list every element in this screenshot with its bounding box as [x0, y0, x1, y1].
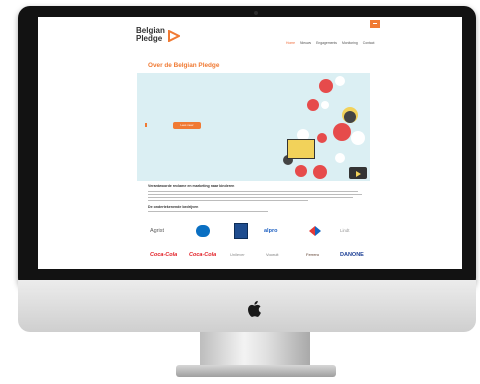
brand-logo[interactable]: Lindt [340, 228, 350, 233]
site-header: Belgian Pledge Home Nieuws Engagements M… [38, 17, 462, 57]
brand-logo[interactable] [196, 225, 210, 237]
hero-video-illustration [349, 167, 367, 179]
brand-logo[interactable]: alpro [264, 228, 277, 234]
brand-logo[interactable] [234, 223, 248, 239]
monitor-stand-neck [200, 332, 310, 368]
hero-circle [333, 123, 351, 141]
nav-monitoring[interactable]: Monitoring [342, 41, 358, 45]
main-navigation: Home Nieuws Engagements Monitoring Conta… [286, 41, 378, 45]
hero-circle [295, 165, 307, 177]
hero-circle [335, 153, 345, 163]
monitor-screen: Belgian Pledge Home Nieuws Engagements M… [38, 17, 462, 269]
apple-logo-icon [248, 300, 261, 317]
text-line [148, 194, 362, 196]
brand-logo[interactable]: Ferrero [306, 252, 319, 257]
text-line [148, 197, 353, 199]
text-line [148, 211, 268, 213]
hero-circle [335, 76, 345, 86]
section-title-responsible-marketing: Verantwoorde reclame en marketing naar k… [148, 184, 235, 188]
page-title: Over de Belgian Pledge [148, 62, 220, 69]
play-logo-icon [168, 30, 180, 42]
nav-news[interactable]: Nieuws [300, 41, 311, 45]
nav-home[interactable]: Home [286, 41, 295, 45]
hero-circle [321, 101, 329, 109]
hero-banner: Lees meer [137, 73, 370, 181]
camera-dot [254, 11, 258, 15]
hero-circle [307, 99, 319, 111]
hero-circle [344, 111, 356, 123]
monitor-stand-foot [176, 365, 336, 377]
brand-logo[interactable] [308, 225, 322, 239]
menu-toggle-button[interactable] [370, 20, 380, 28]
brand-logo[interactable]: Vooruit [266, 252, 278, 257]
hero-circle [313, 165, 327, 179]
section-title-signatories: De ondertekenende bedrijven [148, 205, 199, 209]
hero-circle [317, 133, 327, 143]
hero-button[interactable]: Lees meer [173, 122, 201, 129]
brand-logo[interactable]: Agrist [150, 228, 164, 234]
text-line [148, 191, 358, 193]
hero-circle [351, 131, 365, 145]
hero-circle [319, 79, 333, 93]
logo-line2: Pledge [136, 34, 163, 43]
hero-monitor-illustration [287, 139, 315, 159]
hero-arrow-icon[interactable] [145, 123, 147, 127]
nav-engagements[interactable]: Engagements [316, 41, 337, 45]
brand-logo[interactable]: Unilever [230, 252, 245, 257]
site-logo[interactable]: Belgian Pledge [136, 27, 180, 43]
text-line [148, 200, 308, 202]
brand-logo[interactable]: Coca-Cola [189, 252, 216, 258]
nav-contact[interactable]: Contact [363, 41, 375, 45]
brand-logo[interactable]: DANONE [340, 252, 364, 258]
brand-logo[interactable]: Coca-Cola [150, 252, 177, 258]
